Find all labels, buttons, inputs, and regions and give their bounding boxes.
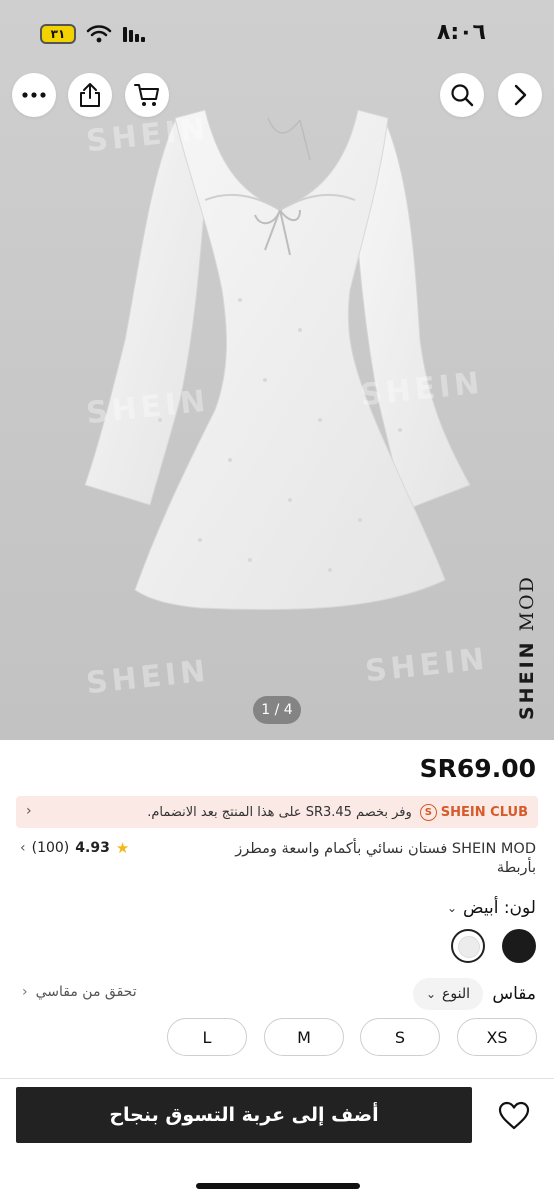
- shein-club-banner[interactable]: S SHEIN CLUB وفر بخصم SR3.45 على هذا الم…: [16, 796, 538, 828]
- product-price: SR69.00: [419, 754, 536, 783]
- size-option-s[interactable]: S: [360, 1018, 440, 1056]
- color-label: لون: أبيض: [463, 898, 536, 918]
- club-offer-text: وفر بخصم SR3.45 على هذا المنتج بعد الانض…: [147, 804, 412, 820]
- clock: ٨:٠٦: [436, 20, 486, 45]
- cart-button[interactable]: [125, 73, 169, 117]
- size-option-m[interactable]: M: [264, 1018, 344, 1056]
- color-swatch-black[interactable]: [502, 929, 536, 963]
- image-pager: 1 / 4: [253, 696, 301, 724]
- home-indicator: [196, 1183, 360, 1189]
- divider: [0, 1078, 554, 1079]
- rating-score: 4.93: [75, 840, 110, 856]
- size-option-l[interactable]: L: [167, 1018, 247, 1056]
- cellular-signal-icon: [123, 27, 145, 42]
- product-rating[interactable]: ‹ (100) 4.93 ★: [20, 839, 129, 857]
- forward-button[interactable]: [498, 73, 542, 117]
- star-icon: ★: [115, 839, 130, 857]
- size-label: مقاس: [492, 984, 536, 1004]
- status-bar: ٣١ ٨:٠٦: [0, 0, 554, 70]
- brand-logo: SHEIN MOD: [516, 575, 538, 720]
- search-icon: [451, 84, 474, 107]
- battery-icon: ٣١: [40, 24, 76, 44]
- chevron-right-icon: [514, 84, 527, 106]
- size-option-xs[interactable]: XS: [457, 1018, 537, 1056]
- search-button[interactable]: [440, 73, 484, 117]
- add-to-cart-button[interactable]: أضف إلى عربة التسوق بنجاح: [16, 1087, 472, 1143]
- share-button[interactable]: [68, 73, 112, 117]
- size-type-dropdown[interactable]: النوع ⌄: [413, 978, 483, 1010]
- size-type-label: النوع: [442, 986, 471, 1002]
- chevron-left-icon: ‹: [26, 803, 32, 819]
- fit-check-label: تحقق من مقاسي: [35, 984, 137, 1000]
- chevron-down-icon: ⌄: [425, 987, 437, 1001]
- club-logo-icon: S: [419, 803, 437, 821]
- heart-icon: [498, 1101, 530, 1130]
- color-selector[interactable]: لون: أبيض ⌄: [447, 898, 536, 918]
- color-swatch-white[interactable]: [451, 929, 485, 963]
- chevron-left-icon: ‹: [20, 840, 26, 856]
- chevron-left-icon: ‹: [22, 984, 28, 1000]
- rating-count: (100): [31, 840, 70, 856]
- wishlist-button[interactable]: [494, 1096, 534, 1136]
- product-title: SHEIN MOD فستان نسائي بأكمام واسعة ومطرز…: [235, 841, 536, 876]
- cart-icon: [134, 84, 159, 106]
- chevron-down-icon: ⌄: [446, 901, 457, 915]
- more-button[interactable]: [12, 73, 56, 117]
- more-icon: [22, 92, 46, 98]
- wifi-icon: [86, 25, 112, 43]
- check-my-size-link[interactable]: تحقق من مقاسي ‹: [22, 984, 137, 1000]
- share-icon: [80, 83, 100, 107]
- shein-club-badge: S SHEIN CLUB: [419, 803, 528, 821]
- size-options: XS S M L: [0, 1018, 554, 1058]
